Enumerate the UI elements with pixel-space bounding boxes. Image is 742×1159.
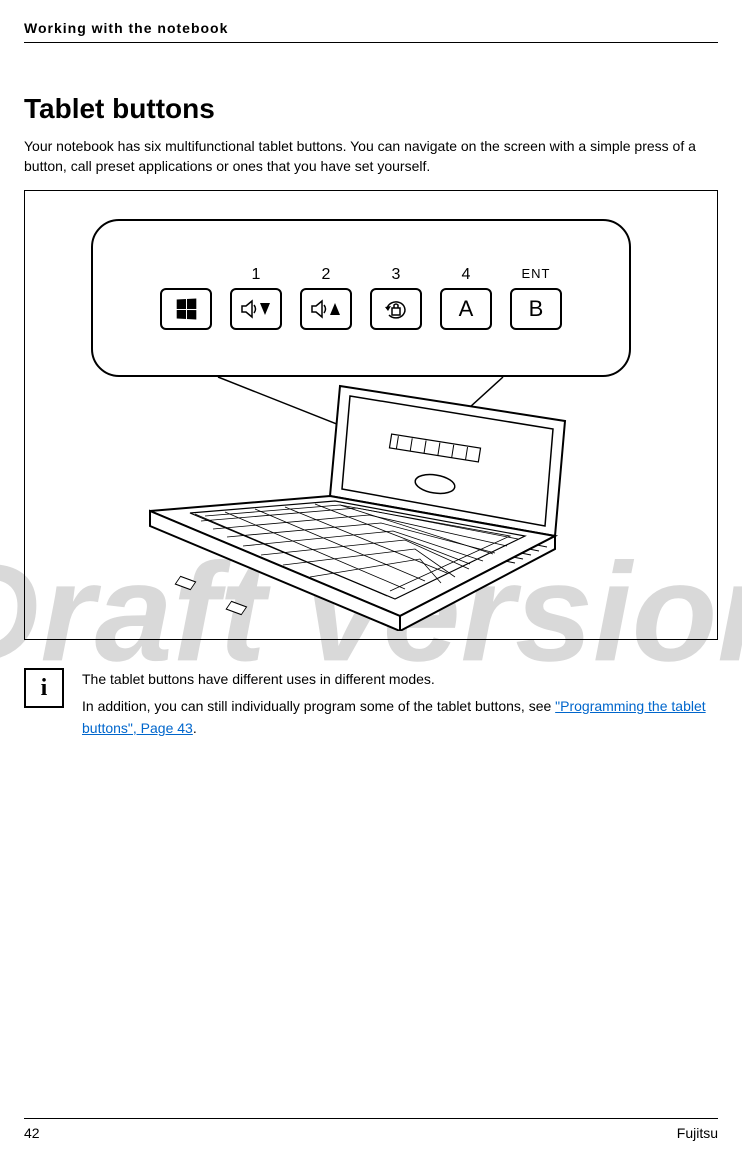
running-title: Working with the notebook bbox=[24, 20, 228, 36]
page-number: 42 bbox=[24, 1125, 40, 1141]
button-group-2: 2 bbox=[300, 266, 352, 330]
footer-brand: Fujitsu bbox=[677, 1125, 718, 1141]
windows-icon bbox=[177, 299, 197, 320]
volume-down-button bbox=[230, 288, 282, 330]
button-b: B bbox=[510, 288, 562, 330]
button-group-4: 4 A bbox=[440, 266, 492, 330]
button-a: A bbox=[440, 288, 492, 330]
info-line-2: In addition, you can still individually … bbox=[82, 695, 718, 740]
page-header: Working with the notebook bbox=[24, 20, 718, 43]
tablet-button-panel: 1 2 3 bbox=[91, 219, 631, 377]
info-line-1: The tablet buttons have different uses i… bbox=[82, 668, 718, 690]
button-group-3: 3 bbox=[370, 266, 422, 330]
figure-box: 1 2 3 bbox=[24, 190, 718, 640]
page-footer: 42 Fujitsu bbox=[24, 1118, 718, 1141]
button-group-ent: ENT B bbox=[510, 266, 562, 330]
rotation-lock-icon bbox=[383, 298, 409, 320]
button-b-label: B bbox=[529, 296, 544, 322]
button-group-1: 1 bbox=[230, 266, 282, 330]
laptop-illustration bbox=[135, 381, 575, 631]
button-label-2: 2 bbox=[322, 266, 331, 284]
intro-paragraph: Your notebook has six multifunctional ta… bbox=[24, 137, 718, 176]
info-icon-char: i bbox=[41, 675, 48, 702]
volume-down-icon bbox=[240, 299, 272, 319]
info-line-2-suffix: . bbox=[193, 720, 197, 736]
button-label-4: 4 bbox=[462, 266, 471, 284]
info-icon: i bbox=[24, 668, 64, 708]
button-a-label: A bbox=[459, 296, 474, 322]
info-text: The tablet buttons have different uses i… bbox=[82, 668, 718, 743]
rotation-lock-button bbox=[370, 288, 422, 330]
button-group-windows bbox=[160, 266, 212, 330]
section-heading: Tablet buttons bbox=[24, 93, 718, 125]
button-label-ent: ENT bbox=[522, 266, 551, 284]
info-block: i The tablet buttons have different uses… bbox=[24, 668, 718, 743]
button-label-3: 3 bbox=[392, 266, 401, 284]
button-label-1: 1 bbox=[252, 266, 261, 284]
windows-button bbox=[160, 288, 212, 330]
volume-up-button bbox=[300, 288, 352, 330]
volume-up-icon bbox=[310, 299, 342, 319]
info-line-2-prefix: In addition, you can still individually … bbox=[82, 698, 555, 714]
